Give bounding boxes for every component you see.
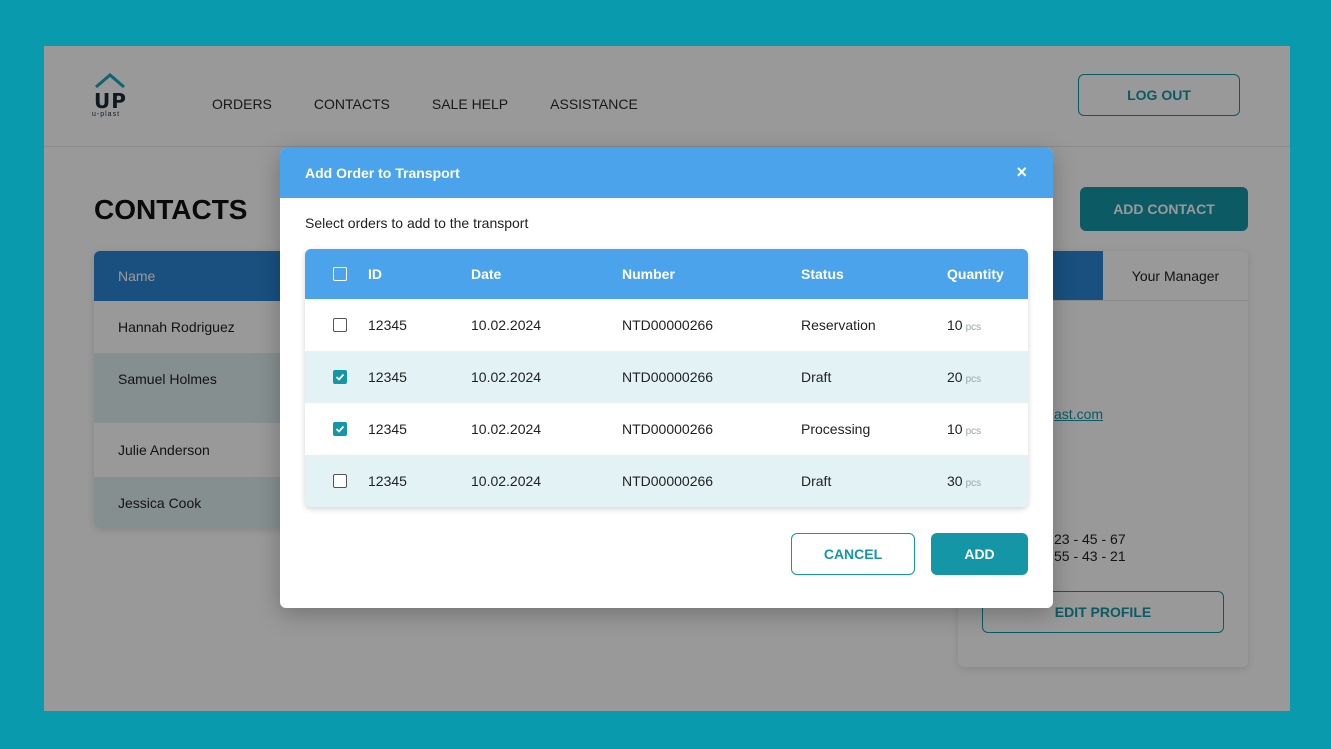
- modal-subtitle: Select orders to add to the transport: [305, 215, 529, 231]
- close-icon[interactable]: ×: [1016, 162, 1027, 182]
- table-row[interactable]: 12345 10.02.2024 NTD00000266 Draft 30 pcs: [305, 455, 1028, 507]
- checkmark-icon: [335, 425, 345, 433]
- table-header-row: ID Date Number Status Quantity: [305, 249, 1028, 299]
- order-quantity: 10 pcs: [947, 317, 982, 333]
- order-status: Draft: [801, 369, 832, 385]
- column-header-date: Date: [471, 266, 502, 282]
- checkmark-icon: [335, 373, 345, 381]
- order-date: 10.02.2024: [471, 421, 542, 437]
- order-number: NTD00000266: [622, 369, 714, 385]
- column-header-quantity: Quantity: [947, 266, 1004, 282]
- orders-table: ID Date Number Status Quantity 12345 10.…: [305, 249, 1028, 507]
- cancel-button[interactable]: CANCEL: [791, 533, 915, 575]
- order-id: 12345: [368, 317, 407, 333]
- order-id: 12345: [368, 369, 407, 385]
- table-row[interactable]: 12345 10.02.2024 NTD00000266 Processing …: [305, 403, 1028, 455]
- unit-label: pcs: [965, 478, 982, 489]
- order-date: 10.02.2024: [471, 317, 542, 333]
- table-row[interactable]: 12345 10.02.2024 NTD00000266 Draft 20 pcs: [305, 351, 1028, 403]
- order-quantity: 20 pcs: [947, 369, 982, 385]
- column-header-status: Status: [801, 266, 844, 282]
- order-status: Reservation: [801, 317, 876, 333]
- order-status: Processing: [801, 421, 871, 437]
- add-button[interactable]: ADD: [931, 533, 1028, 575]
- column-header-number: Number: [622, 266, 675, 282]
- unit-label: pcs: [965, 374, 982, 385]
- modal-header: Add Order to Transport ×: [280, 148, 1053, 198]
- table-row[interactable]: 12345 10.02.2024 NTD00000266 Reservation…: [305, 299, 1028, 351]
- modal-title: Add Order to Transport: [305, 165, 460, 181]
- order-date: 10.02.2024: [471, 369, 542, 385]
- order-number: NTD00000266: [622, 473, 714, 489]
- order-date: 10.02.2024: [471, 473, 542, 489]
- row-checkbox[interactable]: [333, 422, 347, 436]
- order-id: 12345: [368, 473, 407, 489]
- order-quantity: 30 pcs: [947, 473, 982, 489]
- add-order-modal: Add Order to Transport × Select orders t…: [280, 148, 1053, 608]
- order-status: Draft: [801, 473, 832, 489]
- order-number: NTD00000266: [622, 421, 714, 437]
- order-id: 12345: [368, 421, 407, 437]
- unit-label: pcs: [965, 426, 982, 437]
- row-checkbox[interactable]: [333, 318, 347, 332]
- column-header-id: ID: [368, 266, 382, 282]
- order-number: NTD00000266: [622, 317, 714, 333]
- order-quantity: 10 pcs: [947, 421, 982, 437]
- row-checkbox[interactable]: [333, 474, 347, 488]
- unit-label: pcs: [965, 322, 982, 333]
- select-all-checkbox[interactable]: [333, 267, 347, 281]
- row-checkbox[interactable]: [333, 370, 347, 384]
